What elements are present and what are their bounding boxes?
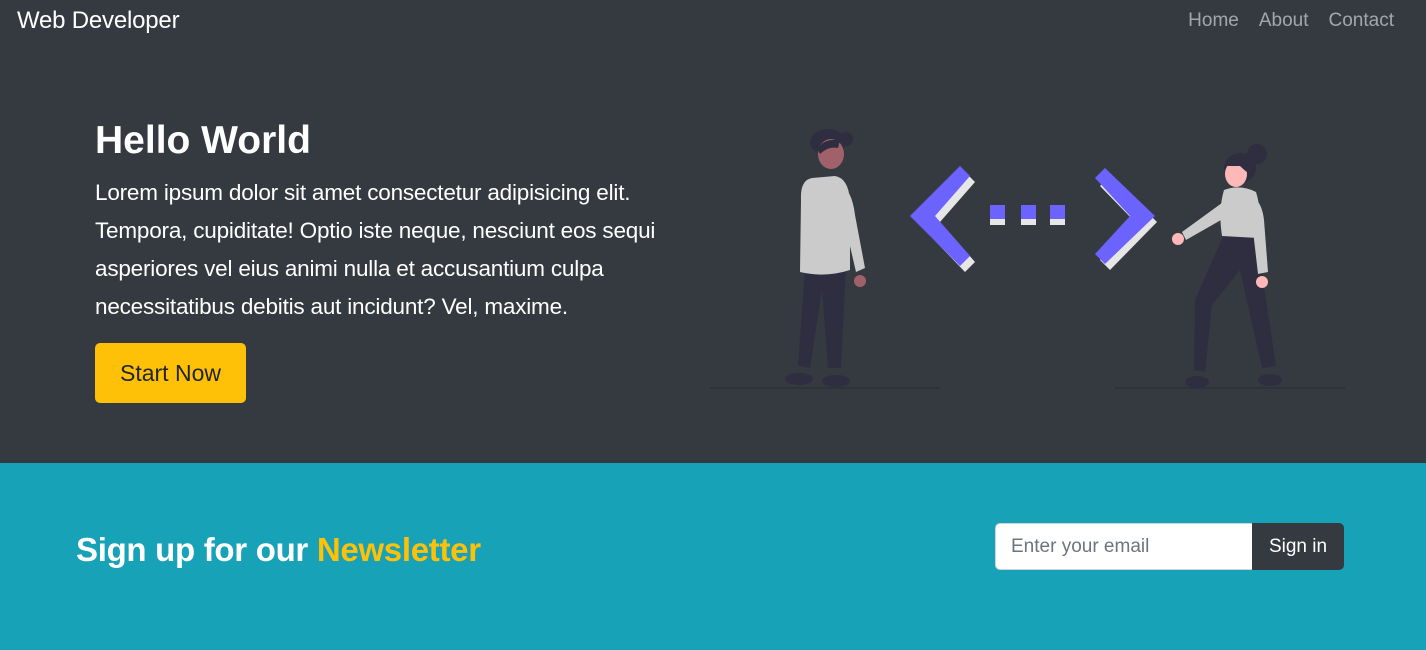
start-now-button[interactable]: Start Now — [95, 343, 246, 403]
developers-code-illustration — [710, 129, 1345, 389]
newsletter-form: Sign in — [995, 523, 1344, 570]
sign-in-button[interactable]: Sign in — [1252, 523, 1344, 570]
newsletter-title-prefix: Sign up for our — [76, 531, 308, 568]
newsletter-title-accent: Newsletter — [316, 531, 481, 568]
nav-links: Home About Contact — [1188, 10, 1394, 32]
nav-link-contact[interactable]: Contact — [1329, 10, 1394, 32]
email-input[interactable] — [995, 523, 1252, 570]
newsletter-title: Sign up for our Newsletter — [76, 531, 481, 569]
hero-title: Hello World — [95, 119, 311, 162]
hero-text: Hello World Lorem ipsum dolor sit amet c… — [95, 118, 685, 326]
person-right-figure — [1172, 144, 1282, 388]
nav-link-home[interactable]: Home — [1188, 10, 1239, 32]
hero-section: Web Developer Home About Contact Hello W… — [0, 0, 1426, 463]
nav-link-about[interactable]: About — [1259, 10, 1309, 32]
code-bracket-icon — [910, 166, 1157, 272]
hero-description: Lorem ipsum dolor sit amet consectetur a… — [95, 180, 656, 319]
navbar: Web Developer Home About Contact — [0, 0, 1426, 44]
person-left-figure — [785, 129, 866, 387]
brand-link[interactable]: Web Developer — [17, 7, 180, 35]
